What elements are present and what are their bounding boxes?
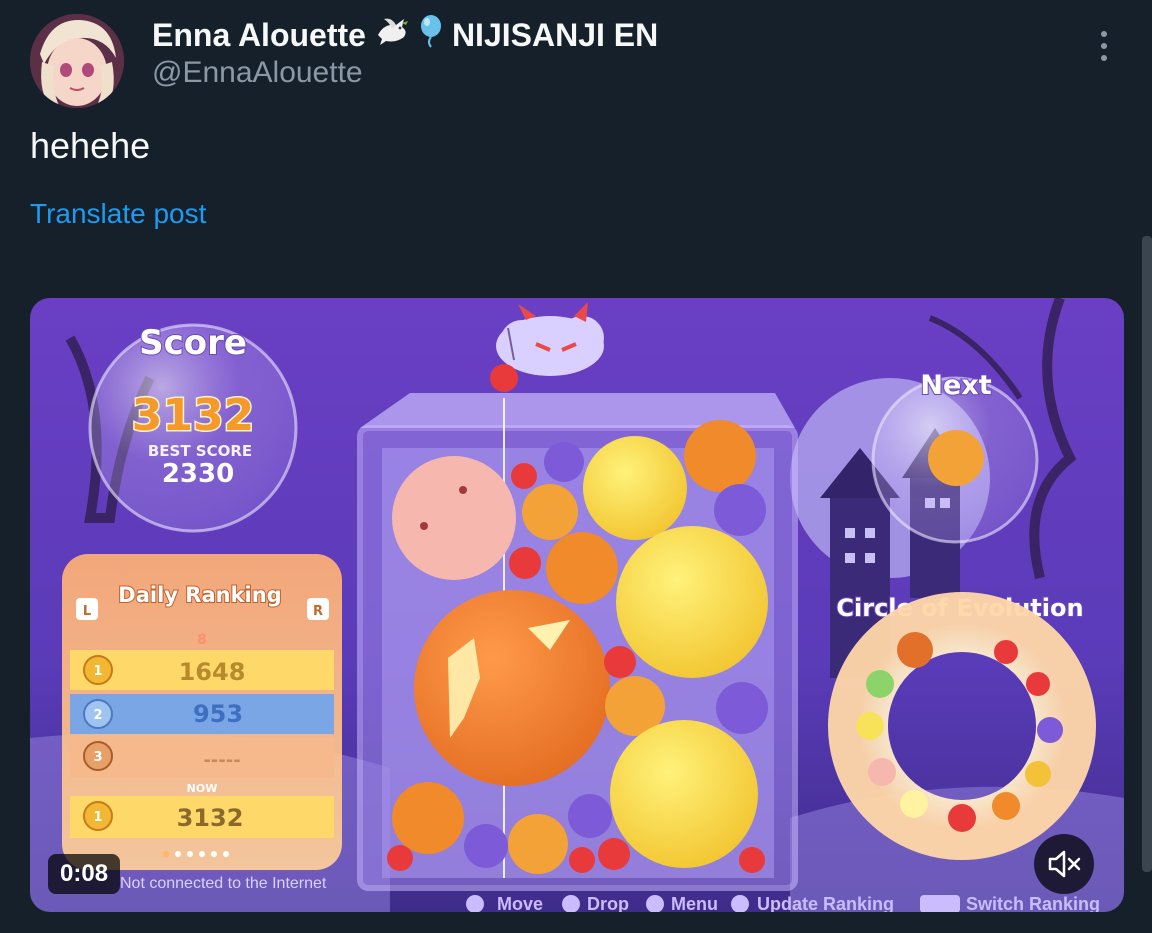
- affiliation: NIJISANJI EN: [451, 16, 659, 53]
- balloon-icon: [418, 14, 444, 56]
- grape-icon: [1037, 717, 1063, 743]
- melon: [610, 720, 758, 868]
- author-handle[interactable]: @EnnaAlouette: [152, 56, 363, 90]
- svg-text:Move: Move: [497, 894, 543, 912]
- game-screen: Score 3132 BEST SCORE 2330 Daily Ranking…: [30, 298, 1124, 912]
- orange: [508, 814, 568, 874]
- post-text: hehehe: [30, 125, 151, 166]
- score-value: 3132: [132, 390, 254, 441]
- grape: [568, 794, 612, 838]
- pumpkin: [414, 590, 610, 786]
- peach: [392, 456, 516, 580]
- pumpkin-icon: [897, 632, 933, 668]
- pineapple-icon: [856, 712, 884, 740]
- avatar[interactable]: [30, 14, 124, 108]
- grape: [714, 484, 766, 536]
- display-name[interactable]: Enna Alouette: [152, 17, 366, 54]
- melon-icon: [866, 670, 894, 698]
- translate-post-link[interactable]: Translate post: [30, 198, 206, 230]
- mute-button[interactable]: [1034, 834, 1094, 894]
- scrollbar[interactable]: [1142, 236, 1152, 872]
- orange: [684, 420, 756, 492]
- best-score-value: 2330: [162, 459, 234, 489]
- svg-text:Update Ranking: Update Ranking: [757, 894, 894, 912]
- dove-icon: [374, 15, 410, 55]
- cherry-icon: [994, 640, 1018, 664]
- pineapple: [583, 436, 687, 540]
- grape: [716, 682, 768, 734]
- score-bubble: Score 3132 BEST SCORE 2330: [88, 322, 298, 533]
- next-label: Next: [920, 370, 991, 401]
- ranking-score-1: 1648: [179, 658, 246, 686]
- strawberry: [509, 547, 541, 579]
- ranking-title: Daily Ranking: [118, 583, 281, 607]
- connection-status: Not connected to the Internet: [120, 875, 327, 892]
- author-name-row[interactable]: Enna Alouette NIJISANJI EN: [152, 14, 658, 56]
- svg-text:1: 1: [93, 810, 102, 825]
- strawberry: [598, 838, 630, 870]
- ranking-score-3: -----: [203, 750, 240, 771]
- orange: [546, 532, 618, 604]
- grape: [544, 442, 584, 482]
- speaker-muted-icon: [1048, 850, 1081, 878]
- strawberry: [739, 847, 765, 873]
- strawberry: [569, 847, 595, 873]
- apple-icon: [948, 804, 976, 832]
- svg-text:R: R: [313, 604, 323, 619]
- strawberry-icon: [1026, 672, 1050, 696]
- video-timestamp: 0:08: [48, 854, 121, 894]
- svg-text:Drop: Drop: [587, 894, 629, 912]
- strawberry: [511, 463, 537, 489]
- pear-icon: [900, 790, 928, 818]
- peach-icon: [868, 758, 896, 786]
- more-options-icon[interactable]: [1092, 28, 1116, 64]
- svg-text:L: L: [83, 604, 91, 619]
- video-player[interactable]: Score 3132 BEST SCORE 2330 Daily Ranking…: [30, 298, 1124, 912]
- lr-button-icon: [920, 895, 960, 912]
- now-label: NOW: [187, 782, 218, 795]
- dekopon-icon: [1025, 761, 1051, 787]
- ranking-score-2: 953: [193, 700, 243, 728]
- svg-text:Switch Ranking: Switch Ranking: [966, 894, 1100, 912]
- daily-ranking-panel: Daily Ranking L R 8 1 1648 2 953 3 -----…: [62, 554, 342, 870]
- best-score-label: BEST SCORE: [148, 442, 252, 460]
- ranking-count: 8: [197, 632, 207, 648]
- strawberry: [387, 845, 413, 871]
- svg-text:3: 3: [93, 750, 102, 765]
- orange: [392, 782, 464, 854]
- svg-text:Menu: Menu: [671, 894, 718, 912]
- next-fruit-orange: [928, 430, 984, 486]
- svg-text:1: 1: [93, 664, 102, 679]
- ranking-score-now: 3132: [177, 804, 244, 832]
- strawberry: [490, 364, 518, 392]
- svg-text:2: 2: [93, 708, 102, 723]
- grape: [464, 824, 508, 868]
- score-title: Score: [139, 323, 247, 363]
- strawberry: [604, 646, 636, 678]
- orange: [522, 484, 578, 540]
- orange-icon: [992, 792, 1020, 820]
- melon: [616, 526, 768, 678]
